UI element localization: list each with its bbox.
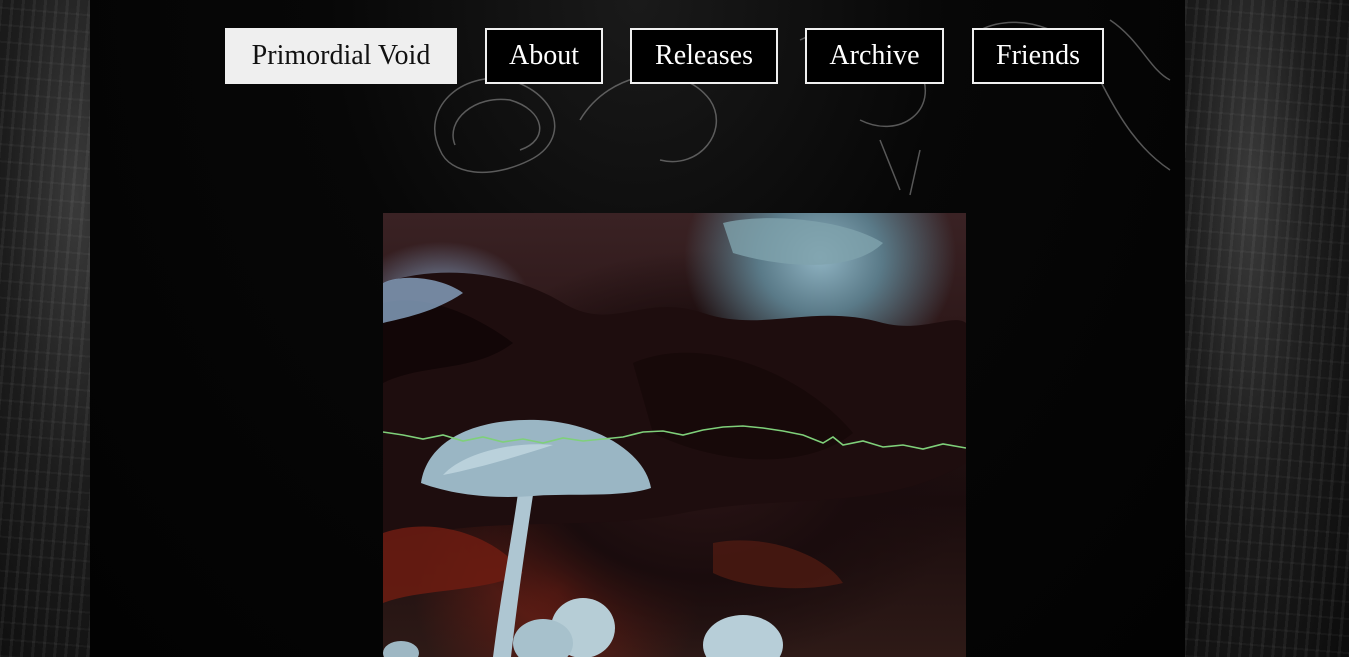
nav-item-about[interactable]: About — [485, 28, 603, 84]
nav-item-friends[interactable]: Friends — [972, 28, 1104, 84]
nav-item-releases[interactable]: Releases — [630, 28, 778, 84]
mushroom-video-frame — [383, 218, 966, 657]
video-player[interactable] — [383, 213, 966, 657]
nav-item-archive[interactable]: Archive — [805, 28, 944, 84]
nav-item-primordial-void[interactable]: Primordial Void — [225, 28, 457, 84]
textured-background-right — [1185, 0, 1349, 657]
